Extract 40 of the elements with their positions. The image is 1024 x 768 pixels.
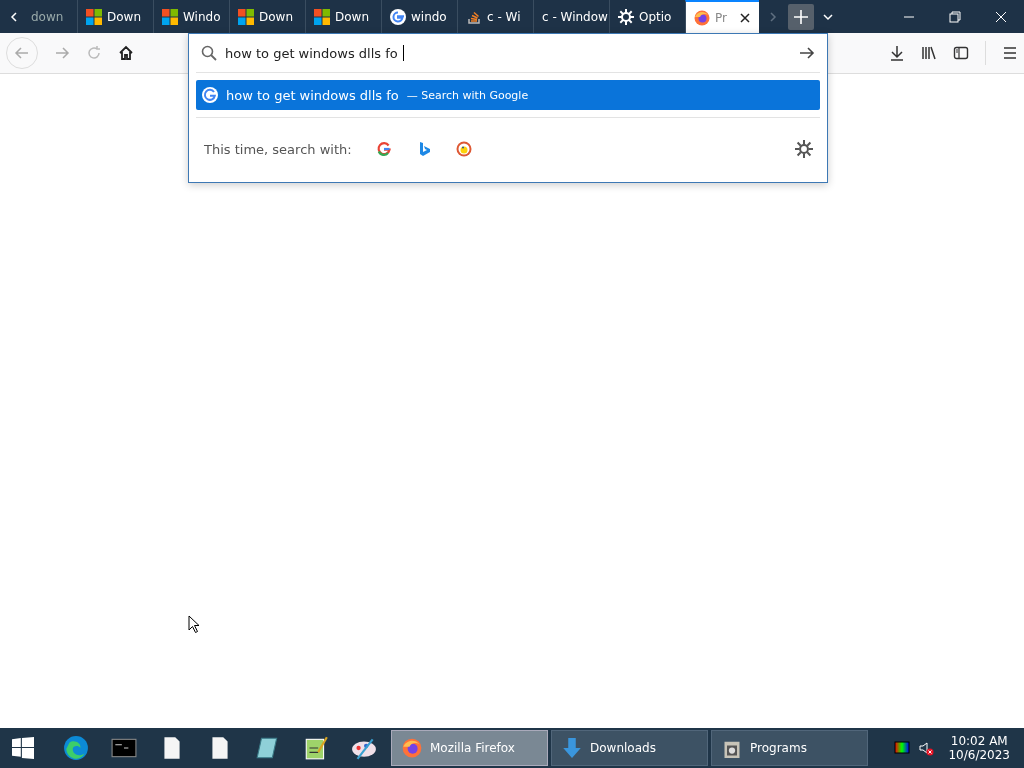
search-icon: [201, 45, 217, 61]
plus-icon: [794, 9, 808, 24]
firefox-icon: [402, 738, 422, 758]
color-icon[interactable]: [894, 740, 911, 756]
four-squares-icon: [314, 8, 330, 25]
four-squares-icon: [238, 8, 254, 25]
start-icon[interactable]: [12, 737, 34, 759]
library-icon[interactable]: [921, 45, 937, 61]
close-icon[interactable]: [739, 11, 751, 24]
edge-icon[interactable]: [63, 735, 89, 761]
suggestion-item[interactable]: how to get windows dlls fo — Search with Google: [196, 80, 820, 110]
gear-icon: [618, 8, 634, 25]
scroll-left-icon[interactable]: [8, 10, 20, 23]
four-squares-icon: [86, 8, 102, 25]
back-arrow-icon: [14, 45, 30, 61]
google-icon[interactable]: [375, 141, 392, 157]
google-icon: [202, 87, 218, 103]
home-icon[interactable]: [118, 45, 134, 61]
browser-tab[interactable]: Pr: [685, 0, 759, 33]
search-with-label: This time, search with:: [204, 141, 352, 157]
new-tab-button[interactable]: [788, 3, 814, 30]
taskbar-button[interactable]: Programs: [711, 730, 868, 766]
mouse-pointer-icon: [188, 614, 200, 634]
menu-icon[interactable]: [1002, 45, 1018, 61]
browser-tab[interactable]: down: [29, 0, 77, 33]
muted-speaker-icon[interactable]: [918, 740, 935, 756]
google-icon: [390, 8, 406, 25]
settings-icon[interactable]: [795, 140, 813, 158]
restore-icon[interactable]: [949, 10, 961, 23]
firefox-icon: [694, 9, 710, 26]
down-arrow-icon: [562, 738, 582, 758]
four-squares-icon: [162, 8, 178, 25]
scroll-right-icon[interactable]: [767, 10, 779, 23]
taskbar-button[interactable]: Downloads: [551, 730, 708, 766]
sidebar-icon[interactable]: [953, 45, 969, 61]
taskbar-button[interactable]: Mozilla Firefox: [391, 730, 548, 766]
clock-date: 10/6/2023: [948, 748, 1010, 762]
go-arrow-icon[interactable]: [799, 45, 815, 61]
clock-time: 10:02 AM: [950, 734, 1008, 748]
download-icon[interactable]: [889, 45, 905, 61]
